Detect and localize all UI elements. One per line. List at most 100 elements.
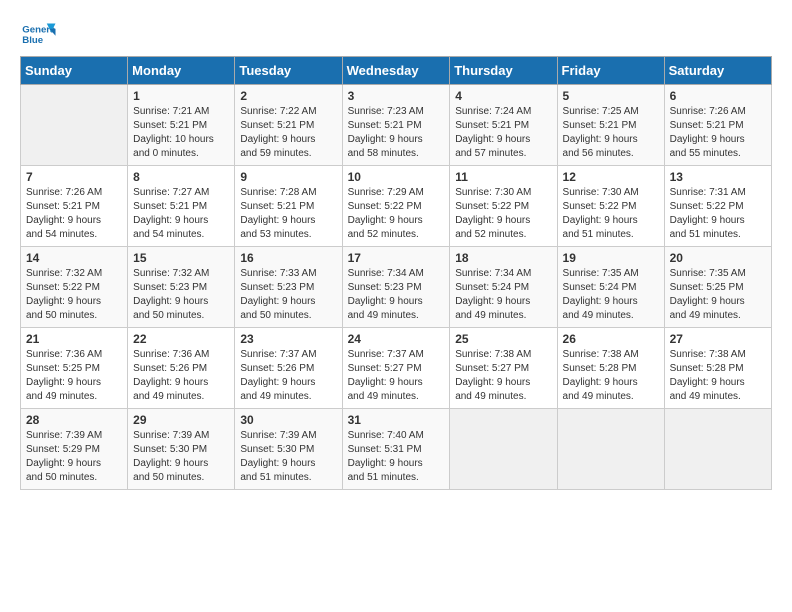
calendar-cell: 28 Sunrise: 7:39 AM Sunset: 5:29 PM Dayli… [21,409,128,490]
day-number: 13 [670,170,766,184]
calendar-cell: 13 Sunrise: 7:31 AM Sunset: 5:22 PM Dayli… [664,166,771,247]
day-info: Sunrise: 7:23 AM Sunset: 5:21 PM Dayligh… [348,105,445,161]
day-number: 27 [670,332,766,346]
day-info: Sunrise: 7:30 AM Sunset: 5:22 PM Dayligh… [563,186,659,242]
calendar-cell [664,409,771,490]
day-header-saturday: Saturday [664,57,771,85]
day-header-wednesday: Wednesday [342,57,450,85]
day-info: Sunrise: 7:37 AM Sunset: 5:26 PM Dayligh… [240,348,336,404]
calendar-week-row: 21 Sunrise: 7:36 AM Sunset: 5:25 PM Dayli… [21,328,772,409]
day-info: Sunrise: 7:34 AM Sunset: 5:24 PM Dayligh… [455,267,551,323]
day-number: 15 [133,251,229,265]
calendar-cell: 21 Sunrise: 7:36 AM Sunset: 5:25 PM Dayli… [21,328,128,409]
calendar-cell [557,409,664,490]
day-info: Sunrise: 7:29 AM Sunset: 5:22 PM Dayligh… [348,186,445,242]
calendar-week-row: 14Sunrise: 7:32 AM Sunset: 5:22 PM Dayli… [21,247,772,328]
day-info: Sunrise: 7:22 AM Sunset: 5:21 PM Dayligh… [240,105,336,161]
day-info: Sunrise: 7:28 AM Sunset: 5:21 PM Dayligh… [240,186,336,242]
calendar-cell: 31Sunrise: 7:40 AM Sunset: 5:31 PM Dayli… [342,409,450,490]
day-info: Sunrise: 7:31 AM Sunset: 5:22 PM Dayligh… [670,186,766,242]
logo-icon: General Blue [20,20,56,48]
day-info: Sunrise: 7:36 AM Sunset: 5:26 PM Dayligh… [133,348,229,404]
page-header: General Blue [20,20,772,48]
day-number: 28 [26,413,122,427]
day-number: 19 [563,251,659,265]
day-number: 17 [348,251,445,265]
calendar-week-row: 1 Sunrise: 7:21 AM Sunset: 5:21 PM Daylig… [21,85,772,166]
day-number: 16 [240,251,336,265]
calendar-cell: 26 Sunrise: 7:38 AM Sunset: 5:28 PM Dayli… [557,328,664,409]
calendar-cell [21,85,128,166]
calendar-cell: 15 Sunrise: 7:32 AM Sunset: 5:23 PM Dayli… [128,247,235,328]
calendar-cell: 1 Sunrise: 7:21 AM Sunset: 5:21 PM Daylig… [128,85,235,166]
calendar-cell: 4 Sunrise: 7:24 AM Sunset: 5:21 PM Daylig… [450,85,557,166]
day-number: 21 [26,332,122,346]
day-info: Sunrise: 7:30 AM Sunset: 5:22 PM Dayligh… [455,186,551,242]
day-info: Sunrise: 7:38 AM Sunset: 5:28 PM Dayligh… [670,348,766,404]
day-info: Sunrise: 7:38 AM Sunset: 5:27 PM Dayligh… [455,348,551,404]
day-number: 4 [455,89,551,103]
calendar-cell: 11 Sunrise: 7:30 AM Sunset: 5:22 PM Dayli… [450,166,557,247]
day-header-thursday: Thursday [450,57,557,85]
day-number: 10 [348,170,445,184]
calendar-cell: 5Sunrise: 7:25 AM Sunset: 5:21 PM Daylig… [557,85,664,166]
calendar-cell: 19 Sunrise: 7:35 AM Sunset: 5:24 PM Dayli… [557,247,664,328]
svg-text:Blue: Blue [22,35,43,46]
day-number: 11 [455,170,551,184]
day-header-monday: Monday [128,57,235,85]
day-info: Sunrise: 7:39 AM Sunset: 5:29 PM Dayligh… [26,429,122,485]
calendar-header-row: SundayMondayTuesdayWednesdayThursdayFrid… [21,57,772,85]
calendar-cell: 30Sunrise: 7:39 AM Sunset: 5:30 PM Dayli… [235,409,342,490]
day-info: Sunrise: 7:24 AM Sunset: 5:21 PM Dayligh… [455,105,551,161]
calendar-cell: 14Sunrise: 7:32 AM Sunset: 5:22 PM Dayli… [21,247,128,328]
day-number: 25 [455,332,551,346]
day-header-friday: Friday [557,57,664,85]
day-info: Sunrise: 7:27 AM Sunset: 5:21 PM Dayligh… [133,186,229,242]
calendar-cell: 25 Sunrise: 7:38 AM Sunset: 5:27 PM Dayli… [450,328,557,409]
calendar-week-row: 28 Sunrise: 7:39 AM Sunset: 5:29 PM Dayli… [21,409,772,490]
day-info: Sunrise: 7:32 AM Sunset: 5:23 PM Dayligh… [133,267,229,323]
calendar-cell: 24Sunrise: 7:37 AM Sunset: 5:27 PM Dayli… [342,328,450,409]
day-info: Sunrise: 7:36 AM Sunset: 5:25 PM Dayligh… [26,348,122,404]
day-number: 8 [133,170,229,184]
day-number: 9 [240,170,336,184]
day-info: Sunrise: 7:39 AM Sunset: 5:30 PM Dayligh… [133,429,229,485]
calendar-cell: 3 Sunrise: 7:23 AM Sunset: 5:21 PM Daylig… [342,85,450,166]
day-info: Sunrise: 7:38 AM Sunset: 5:28 PM Dayligh… [563,348,659,404]
calendar-cell: 6Sunrise: 7:26 AM Sunset: 5:21 PM Daylig… [664,85,771,166]
calendar-cell: 17 Sunrise: 7:34 AM Sunset: 5:23 PM Dayli… [342,247,450,328]
calendar-cell: 10 Sunrise: 7:29 AM Sunset: 5:22 PM Dayli… [342,166,450,247]
day-number: 30 [240,413,336,427]
day-info: Sunrise: 7:35 AM Sunset: 5:25 PM Dayligh… [670,267,766,323]
day-info: Sunrise: 7:33 AM Sunset: 5:23 PM Dayligh… [240,267,336,323]
day-info: Sunrise: 7:25 AM Sunset: 5:21 PM Dayligh… [563,105,659,161]
day-number: 31 [348,413,445,427]
day-info: Sunrise: 7:35 AM Sunset: 5:24 PM Dayligh… [563,267,659,323]
day-number: 2 [240,89,336,103]
day-number: 24 [348,332,445,346]
day-number: 26 [563,332,659,346]
day-number: 22 [133,332,229,346]
day-number: 3 [348,89,445,103]
calendar-cell: 7Sunrise: 7:26 AM Sunset: 5:21 PM Daylig… [21,166,128,247]
day-number: 12 [563,170,659,184]
calendar-cell: 2 Sunrise: 7:22 AM Sunset: 5:21 PM Daylig… [235,85,342,166]
calendar-body: 1 Sunrise: 7:21 AM Sunset: 5:21 PM Daylig… [21,85,772,490]
calendar-cell: 29Sunrise: 7:39 AM Sunset: 5:30 PM Dayli… [128,409,235,490]
day-number: 1 [133,89,229,103]
calendar-cell: 20Sunrise: 7:35 AM Sunset: 5:25 PM Dayli… [664,247,771,328]
day-number: 18 [455,251,551,265]
calendar-cell: 27 Sunrise: 7:38 AM Sunset: 5:28 PM Dayli… [664,328,771,409]
calendar-cell: 16 Sunrise: 7:33 AM Sunset: 5:23 PM Dayli… [235,247,342,328]
calendar-cell: 9 Sunrise: 7:28 AM Sunset: 5:21 PM Daylig… [235,166,342,247]
day-info: Sunrise: 7:21 AM Sunset: 5:21 PM Dayligh… [133,105,229,161]
day-number: 7 [26,170,122,184]
day-number: 23 [240,332,336,346]
calendar-cell: 18 Sunrise: 7:34 AM Sunset: 5:24 PM Dayli… [450,247,557,328]
day-info: Sunrise: 7:32 AM Sunset: 5:22 PM Dayligh… [26,267,122,323]
day-info: Sunrise: 7:26 AM Sunset: 5:21 PM Dayligh… [670,105,766,161]
day-info: Sunrise: 7:34 AM Sunset: 5:23 PM Dayligh… [348,267,445,323]
calendar-cell: 8 Sunrise: 7:27 AM Sunset: 5:21 PM Daylig… [128,166,235,247]
calendar-cell [450,409,557,490]
calendar-cell: 23 Sunrise: 7:37 AM Sunset: 5:26 PM Dayli… [235,328,342,409]
